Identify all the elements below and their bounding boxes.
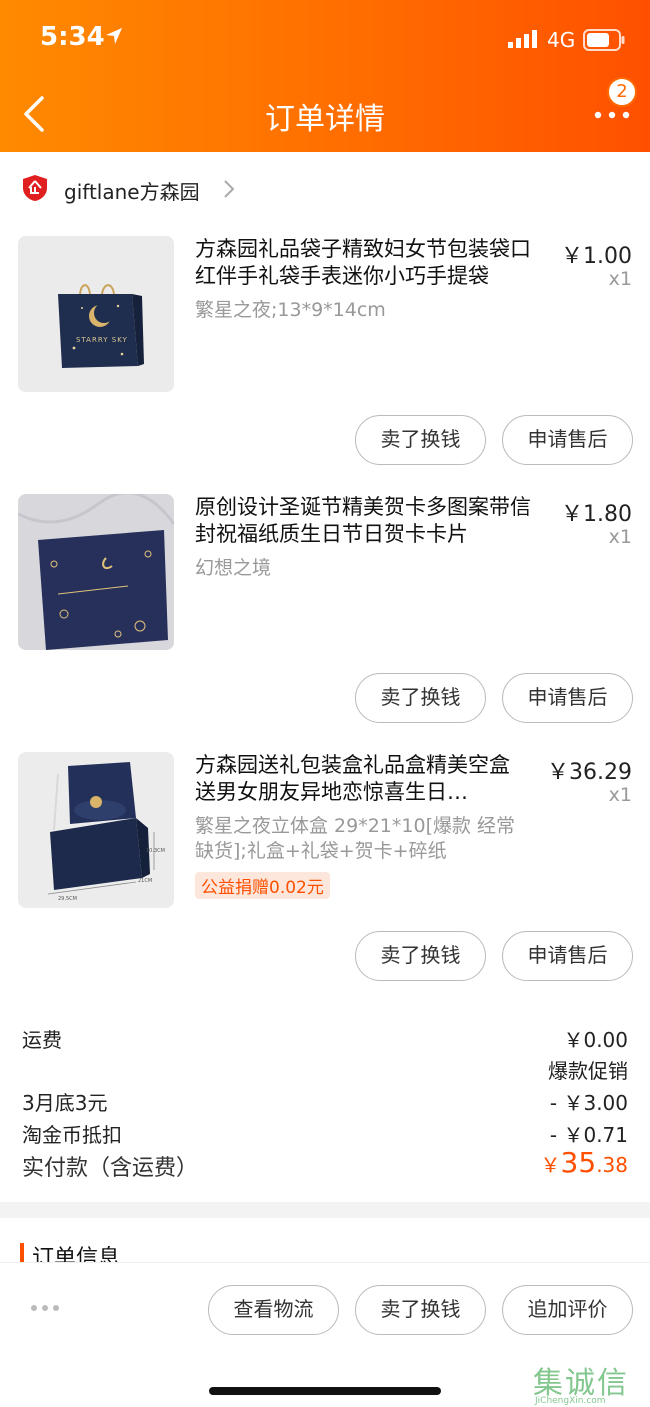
chevron-right-icon (224, 180, 235, 198)
product-spec: 繁星之夜;13*9*14cm (195, 299, 386, 321)
shop-row[interactable]: giftlane方森园 (0, 162, 650, 214)
location-arrow-icon (106, 28, 122, 44)
sell-button[interactable]: 卖了换钱 (355, 1285, 486, 1335)
promo-label: 爆款促销 (548, 1059, 628, 1083)
order-item-3[interactable]: 29.5CM 21CM 10.3CM 方森园送礼包装盒礼品盒精美空盒送男女朋友异… (0, 752, 650, 1002)
total-amount: ￥35.38 (541, 1146, 628, 1179)
coin-row: 淘金币抵扣 - ￥0.71 (0, 1115, 650, 1147)
page-title: 订单详情 (265, 102, 385, 137)
more-dots-icon[interactable] (30, 1303, 60, 1313)
promo-row: 爆款促销 (0, 1051, 650, 1083)
header-bar: 5:34 4G 订单详情 2 (0, 0, 650, 152)
product-price: ￥1.00 (561, 244, 632, 269)
sell-button[interactable]: 卖了换钱 (355, 931, 486, 981)
view-logistics-button[interactable]: 查看物流 (208, 1285, 339, 1335)
product-title[interactable]: 方森园礼品袋子精致妇女节包装袋口红伴手礼袋手表迷你小巧手提袋 (195, 236, 545, 290)
total-integer: 35 (560, 1146, 597, 1179)
discount-label: 3月底3元 (22, 1091, 108, 1115)
after-sale-button[interactable]: 申请售后 (502, 931, 633, 981)
more-dots-icon[interactable] (594, 106, 630, 124)
total-decimal: .38 (596, 1153, 628, 1177)
product-image-gift-box[interactable]: 29.5CM 21CM 10.3CM (18, 752, 174, 908)
product-image-greeting-card[interactable] (18, 494, 174, 650)
charity-tag: 公益捐赠0.02元 (195, 872, 330, 899)
product-title[interactable]: 方森园送礼包装盒礼品盒精美空盒送男女朋友异地恋惊喜生日… (195, 752, 520, 806)
home-indicator[interactable] (209, 1387, 441, 1395)
product-title[interactable]: 原创设计圣诞节精美贺卡多图案带信封祝福纸质生日节日贺卡卡片 (195, 494, 545, 548)
total-currency: ￥ (540, 1153, 561, 1177)
add-review-button[interactable]: 追加评价 (502, 1285, 633, 1335)
signal-icon (508, 30, 537, 48)
product-price: ￥1.80 (561, 502, 632, 527)
product-qty: x1 (608, 268, 632, 290)
battery-icon (583, 29, 625, 51)
product-spec: 繁星之夜立体盒 29*21*10[爆款 经常缺货];礼盒+礼袋+贺卡+碎纸 (195, 815, 516, 862)
discount-value: - ￥3.00 (549, 1091, 628, 1115)
total-label: 实付款（含运费） (22, 1156, 199, 1181)
coin-label: 淘金币抵扣 (22, 1123, 122, 1147)
product-qty: x1 (608, 784, 632, 806)
shipping-row: 运费 ￥0.00 (0, 1020, 650, 1052)
product-spec: 幻想之境 (195, 557, 272, 579)
shipping-label: 运费 (22, 1028, 62, 1052)
watermark-logo: 集诚信 JiChengXin.com (533, 1358, 643, 1407)
box-dimension-depth: 21CM (138, 878, 153, 884)
sell-button[interactable]: 卖了换钱 (355, 415, 486, 465)
box-dimension-height: 10.3CM (146, 848, 165, 854)
section-divider (0, 1202, 650, 1218)
after-sale-button[interactable]: 申请售后 (502, 673, 633, 723)
shop-name: giftlane方森园 (64, 180, 200, 204)
bottom-action-bar: 查看物流 卖了换钱 追加评价 集诚信 JiChengXin.com (0, 1262, 650, 1407)
after-sale-button[interactable]: 申请售后 (502, 415, 633, 465)
product-image-gift-bag[interactable]: STARRY SKY (18, 236, 174, 392)
product-price: ￥36.29 (547, 760, 632, 785)
sell-button[interactable]: 卖了换钱 (355, 673, 486, 723)
status-time: 5:34 (40, 22, 105, 52)
network-type: 4G (547, 28, 576, 52)
product-image-caption: STARRY SKY (76, 336, 128, 344)
box-dimension-width: 29.5CM (58, 896, 77, 902)
discount-row: 3月底3元 - ￥3.00 (0, 1083, 650, 1115)
shipping-value: ￥0.00 (563, 1028, 628, 1052)
watermark-url: JiChengXin.com (535, 1396, 606, 1406)
coin-value: - ￥0.71 (549, 1123, 628, 1147)
product-qty: x1 (608, 526, 632, 548)
message-badge[interactable]: 2 (607, 77, 637, 107)
enterprise-shield-icon (23, 175, 47, 201)
order-item-1[interactable]: STARRY SKY 方森园礼品袋子精致妇女节包装袋口红伴手礼袋手表迷你小巧手提… (0, 236, 650, 486)
order-item-2[interactable]: 原创设计圣诞节精美贺卡多图案带信封祝福纸质生日节日贺卡卡片 幻想之境 ￥1.80… (0, 494, 650, 744)
